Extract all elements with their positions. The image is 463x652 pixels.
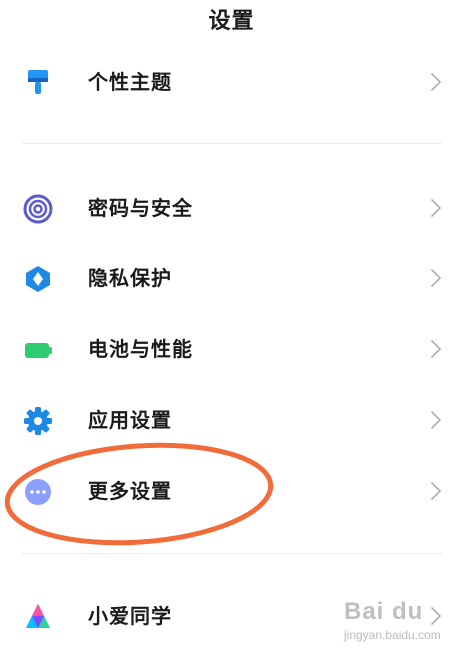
page-title: 设置 [208, 9, 255, 34]
section-divider [22, 143, 442, 144]
more-dots-icon [22, 476, 54, 508]
settings-item-label: 更多设置 [88, 479, 172, 503]
settings-item-label: 小爱同学 [88, 604, 172, 628]
settings-item-more-settings[interactable]: 更多设置 [0, 459, 463, 523]
settings-item-label: 密码与安全 [88, 196, 193, 220]
chevron-right-icon [430, 72, 442, 92]
chevron-right-icon [430, 481, 442, 501]
chevron-right-icon [430, 606, 442, 626]
chevron-right-icon [430, 339, 442, 359]
settings-item-label: 电池与性能 [88, 337, 193, 361]
privacy-shield-icon [22, 263, 54, 295]
settings-item-app-settings[interactable]: 应用设置 [0, 388, 463, 452]
section-divider [22, 553, 442, 554]
chevron-right-icon [430, 268, 442, 288]
settings-item-label: 个性主题 [88, 70, 172, 94]
settings-item-privacy[interactable]: 隐私保护 [0, 246, 463, 310]
settings-item-theme[interactable]: 个性主题 [0, 50, 463, 114]
chevron-right-icon [430, 198, 442, 218]
settings-item-password-security[interactable]: 密码与安全 [0, 176, 463, 240]
battery-icon [22, 334, 54, 366]
settings-item-label: 隐私保护 [88, 266, 172, 290]
fingerprint-icon [22, 193, 54, 225]
gear-icon [22, 405, 54, 437]
paint-brush-icon [22, 67, 54, 99]
settings-item-xiaoai[interactable]: 小爱同学 [0, 584, 463, 648]
settings-item-label: 应用设置 [88, 408, 172, 432]
xiaoai-assistant-icon [22, 601, 54, 633]
chevron-right-icon [430, 410, 442, 430]
settings-item-battery-performance[interactable]: 电池与性能 [0, 317, 463, 381]
